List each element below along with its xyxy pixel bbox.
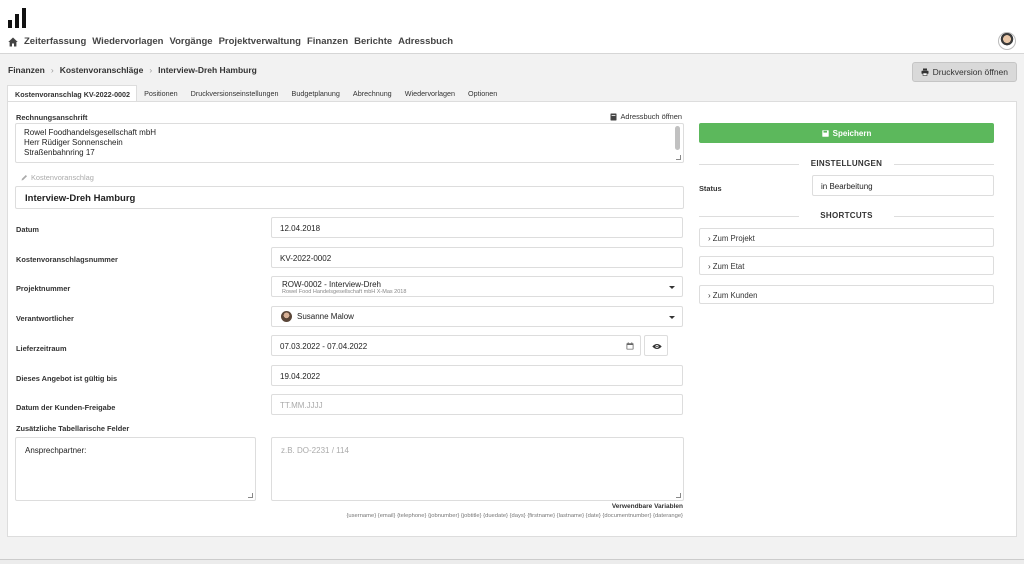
extra-fields-label: Zusätzliche Tabellarische Felder bbox=[16, 424, 130, 433]
number-label: Kostenvoranschlagsnummer bbox=[16, 255, 118, 264]
book-icon bbox=[610, 113, 616, 120]
shortcut-project[interactable]: › Zum Projekt bbox=[699, 228, 994, 247]
billing-line: Straßenbahnring 17 bbox=[24, 148, 95, 157]
tab-kostenvoranschlag[interactable]: Kostenvoranschlag KV-2022-0002 bbox=[7, 85, 138, 102]
kv-field-label: Kostenvoranschlag bbox=[21, 173, 94, 182]
extra-value-placeholder: z.B. DO-2231 / 114 bbox=[281, 446, 349, 455]
print-version-button[interactable]: Druckversion öffnen bbox=[911, 62, 1017, 82]
avatar bbox=[281, 311, 292, 322]
printer-icon bbox=[921, 68, 929, 76]
app-shell: Zeiterfassung Wiedervorlagen Vorgänge Pr… bbox=[0, 0, 1024, 560]
chevron-right-icon: › bbox=[50, 65, 54, 75]
calendar-icon[interactable] bbox=[626, 342, 634, 350]
chevron-right-icon: › bbox=[149, 65, 153, 75]
top-bar: Zeiterfassung Wiedervorlagen Vorgänge Pr… bbox=[0, 0, 1024, 54]
tab-positionen[interactable]: Positionen bbox=[137, 85, 184, 102]
variables-title: Verwendbare Variablen bbox=[611, 503, 683, 510]
shortcut-label: Zum Kunden bbox=[712, 291, 758, 300]
logo-icon[interactable] bbox=[8, 8, 26, 28]
resize-handle[interactable] bbox=[676, 493, 681, 498]
shortcut-label: Zum Etat bbox=[712, 262, 745, 271]
tab-budgetplanung[interactable]: Budgetplanung bbox=[285, 85, 346, 102]
approval-label: Datum der Kunden-Freigabe bbox=[16, 403, 116, 412]
delivery-label: Lieferzeitraum bbox=[16, 344, 67, 353]
responsible-select[interactable]: Susanne Malow bbox=[271, 306, 683, 327]
shortcut-customer[interactable]: › Zum Kunden bbox=[699, 285, 994, 304]
nav-finanzen[interactable]: Finanzen bbox=[307, 36, 348, 47]
valid-label: Dieses Angebot ist gültig bis bbox=[16, 374, 118, 383]
shortcut-etat[interactable]: › Zum Etat bbox=[699, 256, 994, 275]
pencil-icon bbox=[21, 175, 27, 181]
status-field[interactable]: in Bearbeitung bbox=[812, 175, 994, 196]
main-panel: Rechnungsanschrift Adressbuch öffnen Row… bbox=[7, 101, 1017, 537]
chevron-down-icon bbox=[669, 316, 675, 319]
extra-value-textarea[interactable]: z.B. DO-2231 / 114 bbox=[271, 437, 684, 501]
status-label: Status bbox=[699, 184, 722, 193]
project-label: Projektnummer bbox=[16, 284, 71, 293]
tab-optionen[interactable]: Optionen bbox=[461, 85, 503, 102]
variables-list: {username} {email} {telephone} {jobnumbe… bbox=[346, 513, 684, 519]
project-select[interactable]: ROW-0002 - Interview-Dreh Rowel Food Han… bbox=[271, 276, 683, 297]
nav-vorgaenge[interactable]: Vorgänge bbox=[169, 36, 212, 47]
billing-line: Rowel Foodhandelsgesellschaft mbH bbox=[24, 128, 157, 137]
addressbook-link[interactable]: Adressbuch öffnen bbox=[610, 112, 683, 121]
resize-handle[interactable] bbox=[676, 155, 681, 160]
tab-abrechnung[interactable]: Abrechnung bbox=[346, 85, 398, 102]
number-input[interactable]: KV-2022-0002 bbox=[271, 247, 683, 268]
approval-input[interactable]: TT.MM.JJJJ bbox=[271, 394, 683, 415]
shortcuts-heading: SHORTCUTS bbox=[699, 211, 994, 220]
eye-icon bbox=[652, 344, 662, 349]
extra-key-value: Ansprechpartner: bbox=[25, 446, 87, 455]
shortcut-label: Zum Projekt bbox=[712, 234, 755, 243]
responsible-label: Verantwortlicher bbox=[16, 314, 74, 323]
breadcrumb: Finanzen › Kostenvoranschläge › Intervie… bbox=[8, 65, 257, 75]
chevron-right-icon: › bbox=[708, 291, 711, 300]
billing-line: Herr Rüdiger Sonnenschein bbox=[24, 138, 123, 147]
project-value: ROW-0002 - Interview-Dreh bbox=[282, 280, 381, 289]
scrollbar[interactable] bbox=[675, 126, 680, 150]
tab-bar: Kostenvoranschlag KV-2022-0002 Positione… bbox=[7, 85, 503, 102]
date-input[interactable]: 12.04.2018 bbox=[271, 217, 683, 238]
breadcrumb-current: Interview-Dreh Hamburg bbox=[158, 65, 257, 75]
delivery-input[interactable]: 07.03.2022 - 07.04.2022 bbox=[271, 335, 641, 356]
addressbook-label: Adressbuch öffnen bbox=[620, 112, 683, 121]
save-label: Speichern bbox=[832, 128, 872, 138]
user-avatar[interactable] bbox=[998, 32, 1016, 50]
valid-input[interactable]: 19.04.2022 bbox=[271, 365, 683, 386]
chevron-right-icon: › bbox=[708, 262, 711, 271]
breadcrumb-finanzen[interactable]: Finanzen bbox=[8, 65, 45, 75]
extra-key-textarea[interactable]: Ansprechpartner: bbox=[15, 437, 256, 501]
tab-druckversionseinstellungen[interactable]: Druckversionseinstellungen bbox=[184, 85, 285, 102]
kv-field-label-text: Kostenvoranschlag bbox=[31, 173, 94, 182]
save-button[interactable]: Speichern bbox=[699, 123, 994, 143]
chevron-down-icon bbox=[669, 286, 675, 289]
preview-button[interactable] bbox=[644, 335, 668, 356]
project-subtitle: Rowel Food Handelsgesellschaft mbH X-Mas… bbox=[282, 289, 407, 295]
nav-adressbuch[interactable]: Adressbuch bbox=[398, 36, 453, 47]
nav-wiedervorlagen[interactable]: Wiedervorlagen bbox=[92, 36, 163, 47]
date-label: Datum bbox=[16, 225, 39, 234]
nav-zeiterfassung[interactable]: Zeiterfassung bbox=[24, 36, 86, 47]
home-icon[interactable] bbox=[8, 37, 18, 47]
resize-handle[interactable] bbox=[248, 493, 253, 498]
responsible-value: Susanne Malow bbox=[297, 312, 354, 321]
nav-berichte[interactable]: Berichte bbox=[354, 36, 392, 47]
tab-wiedervorlagen[interactable]: Wiedervorlagen bbox=[398, 85, 461, 102]
main-nav: Zeiterfassung Wiedervorlagen Vorgänge Pr… bbox=[8, 36, 453, 47]
delivery-value: 07.03.2022 - 07.04.2022 bbox=[280, 342, 368, 351]
billing-label: Rechnungsanschrift bbox=[16, 113, 88, 122]
breadcrumb-kostenvoranschlaege[interactable]: Kostenvoranschläge bbox=[60, 65, 144, 75]
print-version-label: Druckversion öffnen bbox=[932, 67, 1008, 77]
billing-address-textarea[interactable]: Rowel Foodhandelsgesellschaft mbH Herr R… bbox=[15, 123, 684, 163]
settings-heading: EINSTELLUNGEN bbox=[699, 159, 994, 168]
floppy-icon bbox=[821, 129, 829, 137]
kv-title-input[interactable]: Interview-Dreh Hamburg bbox=[15, 186, 684, 209]
chevron-right-icon: › bbox=[708, 234, 711, 243]
nav-projektverwaltung[interactable]: Projektverwaltung bbox=[219, 36, 301, 47]
